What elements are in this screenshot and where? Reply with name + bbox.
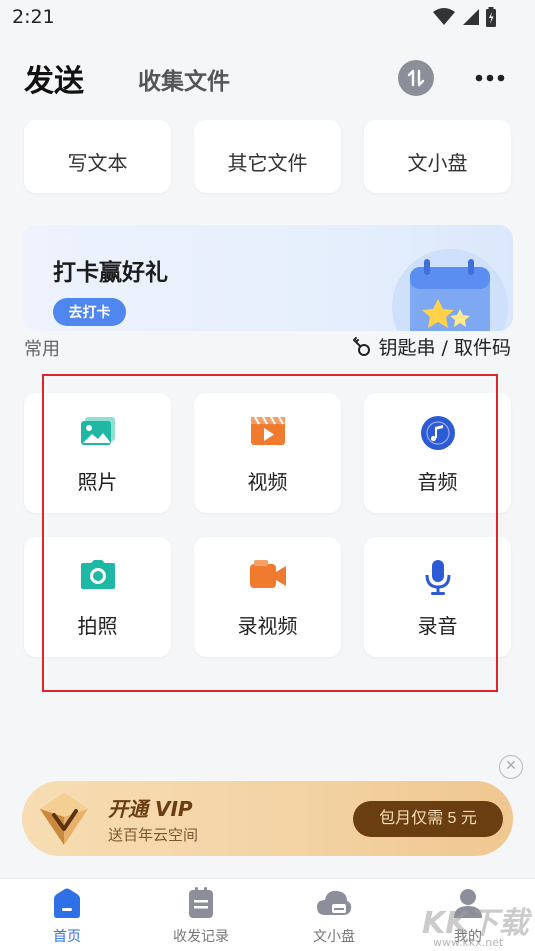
tab-collect-files[interactable]: 收集文件: [138, 62, 230, 96]
video-card[interactable]: 视频: [194, 393, 341, 513]
audio-icon: [420, 416, 455, 450]
audio-card[interactable]: 音频: [364, 393, 511, 513]
checkin-banner[interactable]: 打卡赢好礼 去打卡: [22, 225, 513, 331]
more-icon: [475, 74, 505, 82]
nav-home-label: 首页: [53, 929, 81, 945]
status-time: 2:21: [12, 6, 55, 28]
nav-records[interactable]: 收发记录: [151, 879, 251, 951]
write-text-label: 写文本: [67, 151, 128, 175]
vip-title: 开通 VIP: [108, 797, 193, 821]
cloud-disk-card[interactable]: 文小盘: [364, 120, 511, 193]
other-files-label: 其它文件: [227, 151, 308, 175]
photo-card[interactable]: 照片: [24, 393, 171, 513]
video-label: 视频: [247, 470, 288, 494]
cloud-disk-label: 文小盘: [407, 151, 468, 175]
record-audio-label: 录音: [417, 614, 458, 638]
wifi-icon: [433, 8, 455, 25]
photo-icon: [80, 417, 115, 445]
vip-banner[interactable]: 开通 VIP 送百年云空间 包月仅需 5 元: [22, 781, 513, 856]
other-files-card[interactable]: 其它文件: [194, 120, 341, 193]
nav-cloud-disk[interactable]: 文小盘: [284, 879, 384, 951]
signal-icon: [463, 9, 479, 25]
microphone-icon: [425, 560, 450, 595]
cloud-disk-icon: [317, 890, 352, 915]
record-video-label: 录视频: [237, 614, 298, 638]
key-icon: [352, 336, 370, 356]
vip-subscribe-button[interactable]: 包月仅需 5 元: [353, 801, 503, 837]
nav-records-label: 收发记录: [173, 929, 229, 945]
transfer-icon: [407, 69, 425, 87]
nav-cloud-disk-label: 文小盘: [313, 929, 355, 945]
transfer-button[interactable]: [398, 60, 434, 96]
header: 发送 收集文件: [0, 48, 535, 108]
section-common-label: 常用: [24, 339, 60, 360]
watermark-url: www.kkx.net: [433, 936, 504, 949]
camera-icon: [80, 560, 115, 589]
record-audio-card[interactable]: 录音: [364, 537, 511, 657]
close-icon: ✕: [505, 758, 517, 774]
nav-home[interactable]: 首页: [17, 879, 117, 951]
write-text-card[interactable]: 写文本: [24, 120, 171, 193]
key-chain-label: 钥匙串 / 取件码: [378, 337, 511, 359]
vip-close-button[interactable]: ✕: [499, 755, 523, 779]
vip-gem-icon: [40, 793, 88, 845]
records-icon: [189, 887, 213, 918]
more-button[interactable]: [474, 60, 506, 96]
battery-icon: [486, 7, 496, 27]
audio-label: 音频: [417, 470, 458, 494]
status-bar: 2:21: [0, 0, 535, 38]
take-photo-label: 拍照: [77, 614, 118, 638]
take-photo-card[interactable]: 拍照: [24, 537, 171, 657]
calendar-illustration-icon: [392, 249, 508, 331]
record-video-card[interactable]: 录视频: [194, 537, 341, 657]
home-icon: [54, 888, 80, 918]
key-chain-link[interactable]: 钥匙串 / 取件码: [351, 333, 511, 360]
video-icon: [250, 416, 285, 445]
record-video-icon: [249, 560, 286, 588]
status-icons: [433, 7, 497, 27]
checkin-button[interactable]: 去打卡: [53, 298, 126, 326]
vip-subtitle: 送百年云空间: [108, 826, 199, 844]
tab-send[interactable]: 发送: [24, 56, 84, 100]
photo-label: 照片: [77, 470, 118, 494]
banner-title: 打卡赢好礼: [53, 260, 168, 286]
